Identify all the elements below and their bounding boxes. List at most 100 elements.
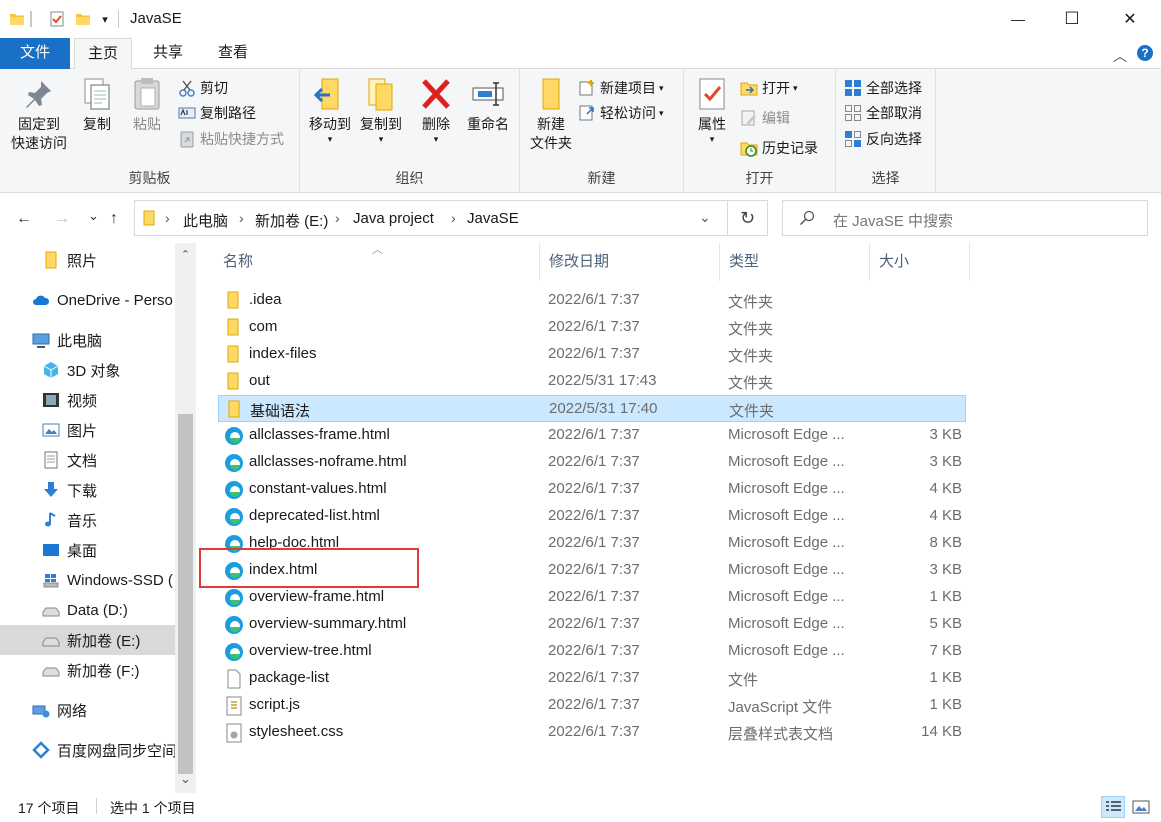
tab-file[interactable]: 文件 bbox=[0, 38, 70, 69]
copy-path-icon bbox=[178, 107, 196, 119]
properties-qa-icon[interactable] bbox=[48, 10, 66, 28]
invert-selection-button[interactable]: 反向选择 bbox=[844, 128, 922, 150]
file-row[interactable]: allclasses-noframe.html 2022/6/1 7:37 Micr… bbox=[218, 449, 966, 476]
refresh-button[interactable]: ↻ bbox=[728, 200, 768, 236]
new-folder-button[interactable]: 新建 文件夹 bbox=[524, 75, 578, 153]
nav-item-desktop[interactable]: 桌面 bbox=[0, 535, 175, 565]
open-button[interactable]: 打开 ▾ bbox=[740, 77, 798, 99]
file-row[interactable]: 基础语法 2022/5/31 17:40 文件夹 bbox=[218, 395, 966, 422]
easy-access-button[interactable]: 轻松访问 ▾ bbox=[578, 102, 664, 124]
windows-drive-icon bbox=[43, 574, 59, 588]
column-header-type[interactable]: 类型 bbox=[720, 243, 870, 281]
back-button[interactable]: ← bbox=[16, 210, 32, 228]
minimize-button[interactable]: — bbox=[995, 0, 1041, 38]
clipboard-group-label: 剪贴板 bbox=[128, 170, 171, 186]
qa-dropdown-icon[interactable]: ▾ bbox=[96, 10, 114, 28]
scroll-up-icon[interactable]: ⌃ bbox=[175, 248, 196, 261]
file-row[interactable]: out 2022/5/31 17:43 文件夹 bbox=[218, 368, 966, 395]
tab-view[interactable]: 查看 bbox=[207, 38, 259, 69]
breadcrumb-this-pc[interactable]: 此电脑 bbox=[183, 210, 228, 231]
up-button[interactable]: ↑ bbox=[110, 210, 118, 228]
new-item-button[interactable]: 新建项目 ▾ bbox=[578, 77, 664, 99]
file-type: 文件夹 bbox=[728, 375, 774, 392]
nav-item-music[interactable]: 音乐 bbox=[0, 505, 175, 535]
cut-button[interactable]: 剪切 bbox=[178, 77, 228, 99]
nav-label: 图片 bbox=[67, 422, 98, 440]
properties-button[interactable]: 属性 ▾ bbox=[692, 75, 732, 144]
copy-button[interactable]: 复制 bbox=[74, 75, 120, 134]
file-row[interactable]: allclasses-frame.html 2022/6/1 7:37 Micros… bbox=[218, 422, 966, 449]
file-row[interactable]: script.js 2022/6/1 7:37 JavaScript 文件 1 KB bbox=[218, 692, 966, 719]
file-row[interactable]: com 2022/6/1 7:37 文件夹 bbox=[218, 314, 966, 341]
nav-item-downloads[interactable]: 下载 bbox=[0, 475, 175, 505]
nav-label: 新加卷 (F:) bbox=[67, 662, 140, 680]
address-dropdown-icon[interactable]: ⌄ bbox=[699, 209, 711, 226]
nav-item-network[interactable]: 网络 bbox=[0, 695, 175, 725]
nav-item-this-pc[interactable]: 此电脑 bbox=[0, 325, 175, 355]
move-to-button[interactable]: 移动到 ▾ bbox=[304, 75, 356, 144]
scroll-down-icon[interactable]: ⌄ bbox=[175, 771, 196, 787]
nav-item-data-d[interactable]: Data (D:) bbox=[0, 595, 175, 625]
file-date: 2022/6/1 7:37 bbox=[548, 534, 640, 551]
tab-share[interactable]: 共享 bbox=[142, 38, 194, 69]
easy-access-label: 轻松访问 bbox=[600, 105, 656, 121]
file-row[interactable]: overview-frame.html 2022/6/1 7:37 Microsof… bbox=[218, 584, 966, 611]
nav-item-videos[interactable]: 视频 bbox=[0, 385, 175, 415]
file-name: allclasses-frame.html bbox=[249, 426, 390, 443]
nav-item-3d-objects[interactable]: 3D 对象 bbox=[0, 355, 175, 385]
history-button[interactable]: 历史记录 bbox=[740, 137, 818, 159]
file-date: 2022/6/1 7:37 bbox=[548, 561, 640, 578]
column-header-name[interactable]: 名称 bbox=[214, 243, 540, 281]
file-row[interactable]: package-list 2022/6/1 7:37 文件 1 KB bbox=[218, 665, 966, 692]
select-all-button[interactable]: 全部选择 bbox=[844, 77, 922, 99]
file-row[interactable]: constant-values.html 2022/6/1 7:37 Microso… bbox=[218, 476, 966, 503]
breadcrumb-javase[interactable]: JavaSE bbox=[467, 210, 519, 227]
edit-label: 编辑 bbox=[762, 110, 790, 126]
nav-item-onedrive[interactable]: OneDrive - Perso bbox=[0, 285, 175, 315]
nav-scrollbar[interactable]: ⌃ ⌄ bbox=[175, 243, 196, 793]
scrollbar-thumb[interactable] bbox=[178, 414, 193, 774]
copy-path-button[interactable]: 复制路径 bbox=[178, 102, 256, 124]
file-row[interactable]: stylesheet.css 2022/6/1 7:37 层叠样式表文档 14 KB bbox=[218, 719, 966, 746]
rename-button[interactable]: 重命名 bbox=[462, 75, 514, 134]
file-row[interactable]: deprecated-list.html 2022/6/1 7:37 Microso… bbox=[218, 503, 966, 530]
nav-item-drive-e[interactable]: 新加卷 (E:) bbox=[0, 625, 175, 655]
breadcrumb-drive-e[interactable]: 新加卷 (E:) bbox=[255, 210, 328, 231]
file-row[interactable]: overview-tree.html 2022/6/1 7:37 Microsoft… bbox=[218, 638, 966, 665]
delete-button[interactable]: 删除 ▾ bbox=[414, 75, 458, 144]
nav-item-photos[interactable]: 照片 bbox=[0, 245, 175, 275]
breadcrumb-java-project[interactable]: Java project bbox=[353, 210, 434, 227]
new-folder-qa-icon[interactable] bbox=[74, 10, 92, 28]
help-icon[interactable]: ? bbox=[1137, 45, 1153, 61]
address-bar[interactable]: › 此电脑 › 新加卷 (E:) › Java project › JavaSE… bbox=[134, 200, 728, 236]
paste-shortcut-button[interactable]: 粘贴快捷方式 bbox=[178, 128, 284, 150]
details-view-button[interactable] bbox=[1101, 796, 1125, 818]
nav-item-windows-ssd[interactable]: Windows-SSD ( bbox=[0, 565, 175, 595]
forward-button[interactable]: → bbox=[54, 210, 70, 228]
collapse-ribbon-icon[interactable]: ︿ bbox=[1113, 46, 1127, 66]
edit-button[interactable]: 编辑 bbox=[740, 107, 790, 129]
nav-item-pictures[interactable]: 图片 bbox=[0, 415, 175, 445]
file-row[interactable]: overview-summary.html 2022/6/1 7:37 Micros… bbox=[218, 611, 966, 638]
file-row[interactable]: index-files 2022/6/1 7:37 文件夹 bbox=[218, 341, 966, 368]
select-none-button[interactable]: 全部取消 bbox=[844, 102, 922, 124]
file-size: 1 KB bbox=[929, 588, 962, 605]
search-box[interactable]: 在 JavaSE 中搜索 bbox=[782, 200, 1148, 236]
maximize-button[interactable]: ☐ bbox=[1049, 0, 1095, 38]
nav-item-drive-f[interactable]: 新加卷 (F:) bbox=[0, 655, 175, 685]
paste-button[interactable]: 粘贴 bbox=[124, 75, 170, 134]
file-size: 1 KB bbox=[929, 696, 962, 713]
pin-quick-access-button[interactable]: 固定到 快速访问 bbox=[6, 75, 72, 153]
tab-home[interactable]: 主页 bbox=[74, 38, 132, 70]
nav-item-baidu-sync[interactable]: 百度网盘同步空间 bbox=[0, 735, 175, 765]
file-row[interactable]: .idea 2022/6/1 7:37 文件夹 bbox=[218, 287, 966, 314]
nav-item-documents[interactable]: 文档 bbox=[0, 445, 175, 475]
large-icons-view-button[interactable] bbox=[1129, 796, 1153, 818]
close-button[interactable]: ✕ bbox=[1107, 0, 1153, 38]
column-header-date[interactable]: 修改日期 bbox=[540, 243, 720, 281]
recent-locations-button[interactable]: ⌄ bbox=[88, 208, 99, 224]
file-name: .idea bbox=[249, 291, 282, 308]
file-name: package-list bbox=[249, 669, 330, 686]
column-header-size[interactable]: 大小 bbox=[870, 243, 970, 281]
copy-to-button[interactable]: 复制到 ▾ bbox=[356, 75, 406, 144]
